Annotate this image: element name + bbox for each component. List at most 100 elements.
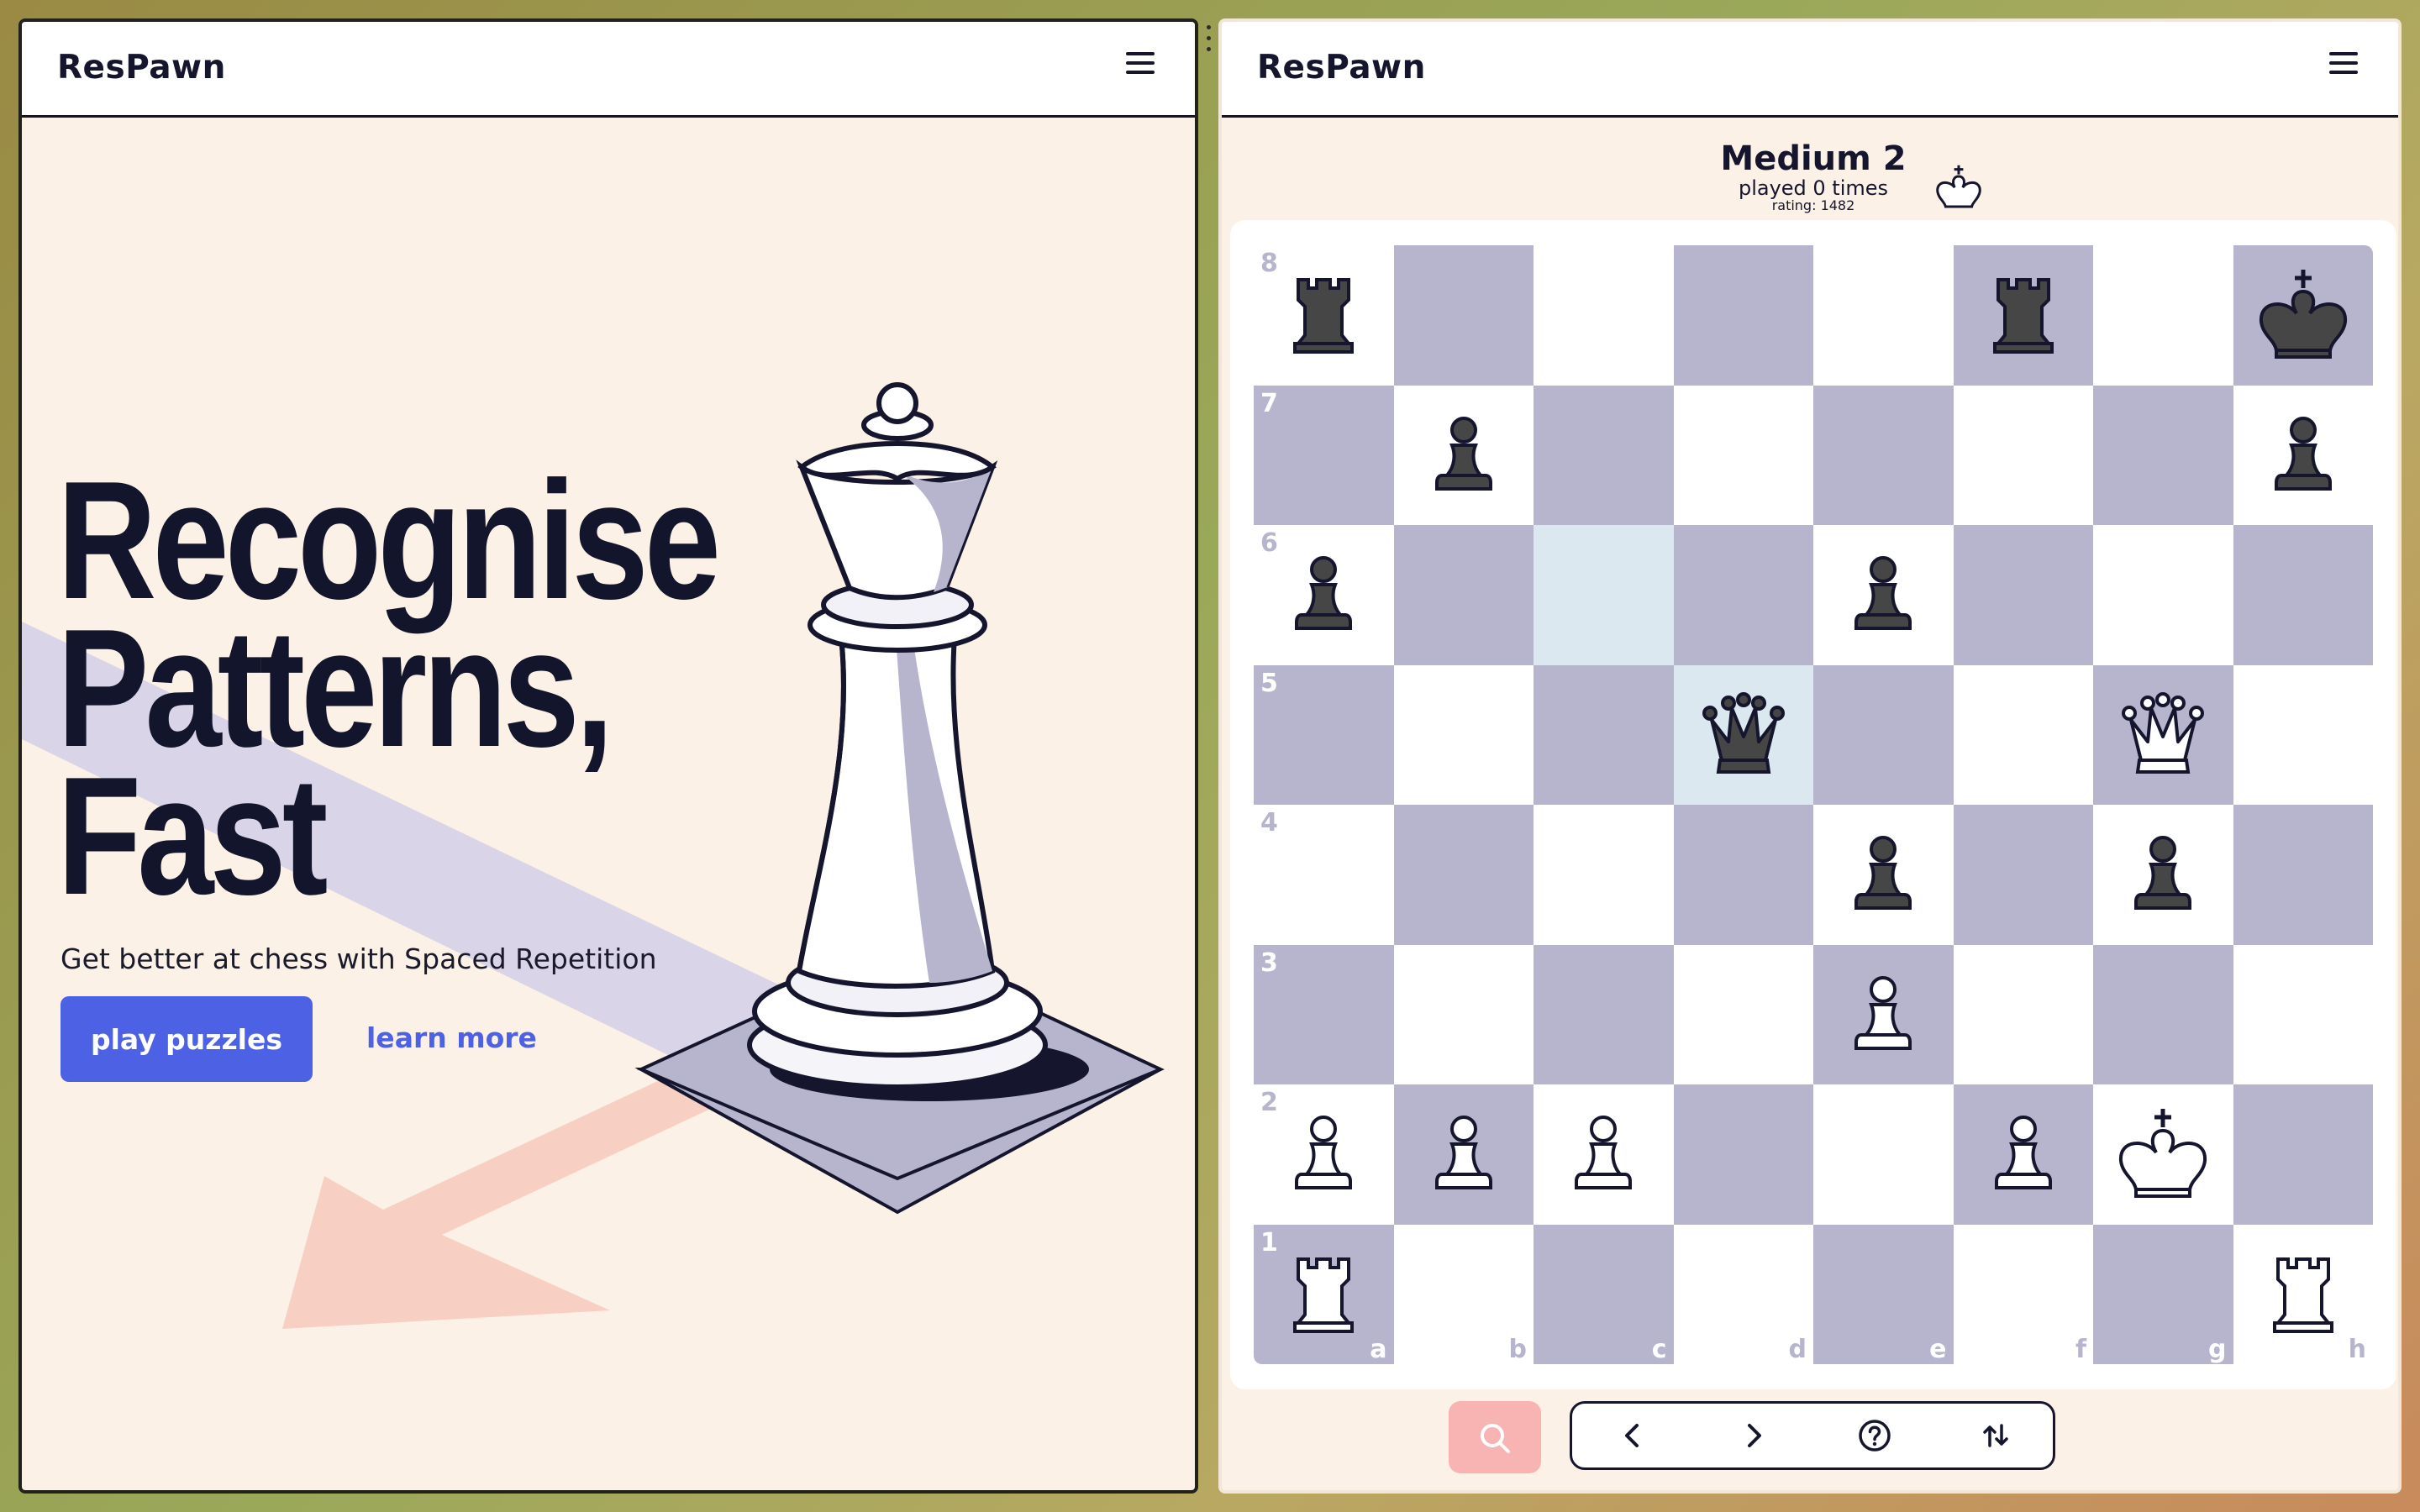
square-c2[interactable] xyxy=(1534,1084,1674,1225)
hamburger-menu-icon[interactable] xyxy=(1126,52,1155,76)
black-pawn-icon[interactable] xyxy=(1833,824,1933,925)
square-e2[interactable] xyxy=(1813,1084,1954,1225)
split-drag-handle[interactable] xyxy=(1207,25,1212,59)
square-h5[interactable] xyxy=(2233,664,2373,805)
square-b5[interactable] xyxy=(1393,664,1534,805)
square-a6[interactable]: 6 xyxy=(1254,525,1394,665)
black-king-icon[interactable] xyxy=(2253,265,2354,365)
square-a1[interactable]: 1a xyxy=(1254,1224,1394,1364)
square-h7[interactable] xyxy=(2233,385,2373,525)
file-label-c: c xyxy=(1651,1335,1667,1364)
square-c3[interactable] xyxy=(1534,944,1674,1084)
square-h3[interactable] xyxy=(2233,944,2373,1084)
white-pawn-icon[interactable] xyxy=(1833,964,1933,1065)
square-e5[interactable] xyxy=(1813,664,1954,805)
square-a7[interactable]: 7 xyxy=(1254,385,1394,525)
white-pawn-icon[interactable] xyxy=(1553,1104,1654,1205)
white-pawn-icon[interactable] xyxy=(1973,1104,2074,1205)
square-c5[interactable] xyxy=(1534,664,1674,805)
white-pawn-icon[interactable] xyxy=(1413,1104,1514,1205)
square-g8[interactable] xyxy=(2093,245,2233,386)
square-f6[interactable] xyxy=(1953,525,2093,665)
square-b3[interactable] xyxy=(1393,944,1534,1084)
hamburger-menu-icon[interactable] xyxy=(2329,52,2358,76)
square-f4[interactable] xyxy=(1953,805,2093,945)
square-b2[interactable] xyxy=(1393,1084,1534,1225)
square-f1[interactable]: f xyxy=(1953,1224,2093,1364)
square-f8[interactable] xyxy=(1953,245,2093,386)
square-f3[interactable] xyxy=(1953,944,2093,1084)
square-g5[interactable] xyxy=(2093,664,2233,805)
square-e3[interactable] xyxy=(1813,944,1954,1084)
square-d5[interactable] xyxy=(1673,664,1813,805)
black-pawn-icon[interactable] xyxy=(1273,544,1374,645)
black-rook-icon[interactable] xyxy=(1273,265,1374,365)
black-pawn-icon[interactable] xyxy=(2253,405,2354,506)
square-h2[interactable] xyxy=(2233,1084,2373,1225)
square-g3[interactable] xyxy=(2093,944,2233,1084)
white-rook-icon[interactable] xyxy=(1273,1244,1374,1345)
square-b8[interactable] xyxy=(1393,245,1534,386)
square-d3[interactable] xyxy=(1673,944,1813,1084)
square-d1[interactable]: d xyxy=(1673,1224,1813,1364)
previous-move-button[interactable] xyxy=(1572,1404,1693,1467)
square-b1[interactable]: b xyxy=(1393,1224,1534,1364)
square-c7[interactable] xyxy=(1534,385,1674,525)
square-e6[interactable] xyxy=(1813,525,1954,665)
square-d8[interactable] xyxy=(1673,245,1813,386)
brand-logo[interactable]: ResPawn xyxy=(1257,49,1426,87)
square-g1[interactable]: g xyxy=(2093,1224,2233,1364)
square-a8[interactable]: 8 xyxy=(1254,245,1394,386)
flip-board-button[interactable] xyxy=(1935,1404,2056,1467)
square-e8[interactable] xyxy=(1813,245,1954,386)
square-h1[interactable]: h xyxy=(2233,1224,2373,1364)
square-c4[interactable] xyxy=(1534,805,1674,945)
white-rook-icon[interactable] xyxy=(2253,1244,2354,1345)
square-d7[interactable] xyxy=(1673,385,1813,525)
rank-label-7: 7 xyxy=(1260,388,1278,418)
square-f7[interactable] xyxy=(1953,385,2093,525)
square-f2[interactable] xyxy=(1953,1084,2093,1225)
square-e7[interactable] xyxy=(1813,385,1954,525)
square-e4[interactable] xyxy=(1813,805,1954,945)
white-pawn-icon[interactable] xyxy=(1273,1104,1374,1205)
square-c8[interactable] xyxy=(1534,245,1674,386)
white-king-icon[interactable] xyxy=(2112,1104,2213,1205)
analysis-search-button[interactable] xyxy=(1449,1401,1541,1473)
square-d4[interactable] xyxy=(1673,805,1813,945)
puzzle-rating: rating: 1482 xyxy=(1771,197,1855,213)
black-pawn-icon[interactable] xyxy=(2112,824,2213,925)
square-a5[interactable]: 5 xyxy=(1254,664,1394,805)
brand-logo[interactable]: ResPawn xyxy=(57,49,226,87)
square-a3[interactable]: 3 xyxy=(1254,944,1394,1084)
square-e1[interactable]: e xyxy=(1813,1224,1954,1364)
square-h4[interactable] xyxy=(2233,805,2373,945)
play-puzzles-button[interactable]: play puzzles xyxy=(60,996,313,1082)
square-b7[interactable] xyxy=(1393,385,1534,525)
square-g4[interactable] xyxy=(2093,805,2233,945)
square-h6[interactable] xyxy=(2233,525,2373,665)
square-b4[interactable] xyxy=(1393,805,1534,945)
learn-more-link[interactable]: learn more xyxy=(366,1021,537,1054)
square-a4[interactable]: 4 xyxy=(1254,805,1394,945)
square-g7[interactable] xyxy=(2093,385,2233,525)
square-d2[interactable] xyxy=(1673,1084,1813,1225)
square-d6[interactable] xyxy=(1673,525,1813,665)
black-queen-icon[interactable] xyxy=(1693,685,1794,785)
square-c6[interactable] xyxy=(1534,525,1674,665)
square-g2[interactable] xyxy=(2093,1084,2233,1225)
black-pawn-icon[interactable] xyxy=(1833,544,1933,645)
square-a2[interactable]: 2 xyxy=(1254,1084,1394,1225)
black-pawn-icon[interactable] xyxy=(1413,405,1514,506)
white-queen-icon[interactable] xyxy=(2112,685,2213,785)
hint-button[interactable] xyxy=(1814,1404,1935,1467)
black-rook-icon[interactable] xyxy=(1973,265,2074,365)
square-g6[interactable] xyxy=(2093,525,2233,665)
puzzle-played-count: played 0 times xyxy=(1738,176,1889,200)
next-move-button[interactable] xyxy=(1693,1404,1814,1467)
square-h8[interactable] xyxy=(2233,245,2373,386)
square-f5[interactable] xyxy=(1953,664,2093,805)
chess-board[interactable]: 8 7 6 5 4 3 2 1 a b c d e f g h xyxy=(1254,245,2373,1364)
square-c1[interactable]: c xyxy=(1534,1224,1674,1364)
square-b6[interactable] xyxy=(1393,525,1534,665)
